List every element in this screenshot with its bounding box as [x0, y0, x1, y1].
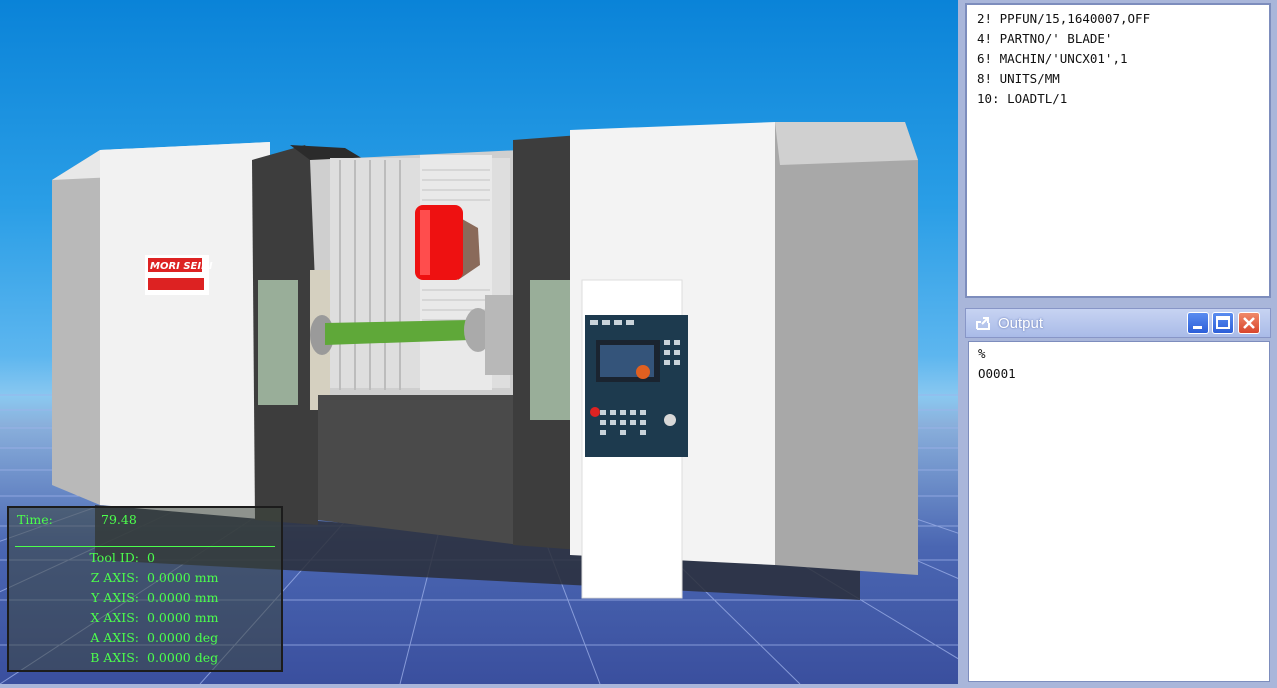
- output-line: %: [978, 346, 986, 361]
- y-axis-value: 0.0000 mm: [147, 590, 219, 605]
- brand-logo-text: MORI SEIKI: [150, 261, 213, 272]
- output-body[interactable]: % O0001: [968, 341, 1270, 682]
- nc-code-panel[interactable]: 2! PPFUN/15,1640007,OFF 4! PARTNO/' BLAD…: [965, 3, 1271, 298]
- close-button[interactable]: [1238, 312, 1260, 334]
- control-panel: [585, 315, 688, 457]
- a-axis-label: A AXIS:: [90, 630, 139, 645]
- axis-readout-panel: Time: 79.48 Tool ID: 0 Z AXIS: 0.0000 mm…: [7, 506, 283, 672]
- maximize-icon: [1216, 316, 1230, 329]
- output-icon: [976, 317, 990, 330]
- output-lines: % O0001: [978, 344, 1016, 384]
- a-axis-value: 0.0000 deg: [147, 630, 219, 645]
- nc-code-lines: 2! PPFUN/15,1640007,OFF 4! PARTNO/' BLAD…: [977, 9, 1150, 109]
- code-line[interactable]: 4! PARTNO/' BLADE': [977, 29, 1150, 49]
- time-readout: Time: 79.48: [17, 512, 137, 527]
- simulation-viewport[interactable]: MORI SEIKI Time: 79.48 Tool ID: 0 Z AXIS…: [0, 0, 958, 684]
- x-axis-label: X AXIS:: [90, 610, 139, 625]
- minimize-icon: [1193, 326, 1202, 329]
- readout-divider: [15, 546, 275, 547]
- z-axis-label: Z AXIS:: [90, 570, 139, 585]
- code-line[interactable]: 2! PPFUN/15,1640007,OFF: [977, 9, 1150, 29]
- z-axis-value: 0.0000 mm: [147, 570, 219, 585]
- minimize-button[interactable]: [1187, 312, 1209, 334]
- x-axis-value: 0.0000 mm: [147, 610, 219, 625]
- code-line[interactable]: 6! MACHIN/'UNCX01',1: [977, 49, 1150, 69]
- close-icon: [1243, 317, 1255, 329]
- output-titlebar[interactable]: Output: [965, 308, 1271, 338]
- tool-id-value: 0: [147, 550, 155, 565]
- time-label: Time:: [17, 512, 53, 527]
- output-line: O0001: [978, 366, 1016, 381]
- maximize-button[interactable]: [1212, 312, 1234, 334]
- code-line[interactable]: 8! UNITS/MM: [977, 69, 1150, 89]
- b-axis-value: 0.0000 deg: [147, 650, 219, 665]
- code-line[interactable]: 10: LOADTL/1: [977, 89, 1150, 109]
- b-axis-label: B AXIS:: [90, 650, 139, 665]
- output-title: Output: [998, 315, 1044, 332]
- time-value: 79.48: [101, 512, 137, 527]
- tool-id-label: Tool ID:: [89, 550, 139, 565]
- y-axis-label: Y AXIS:: [91, 590, 139, 605]
